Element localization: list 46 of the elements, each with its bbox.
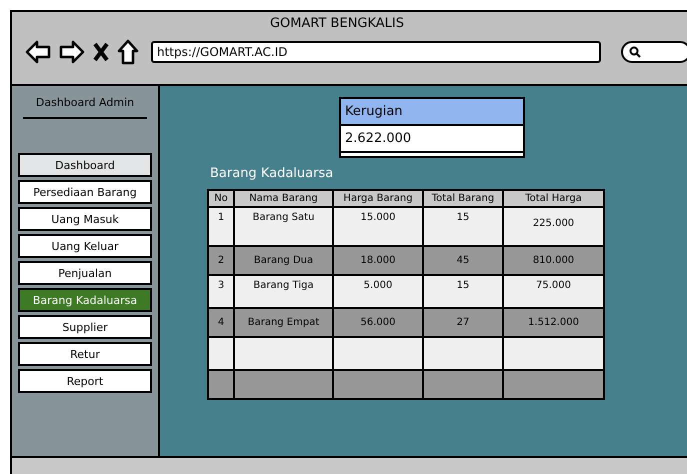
table-cell: 45 xyxy=(423,246,503,275)
column-header: Harga Barang xyxy=(333,190,423,207)
table-cell: 18.000 xyxy=(333,246,423,275)
home-icon[interactable] xyxy=(117,39,139,65)
sidebar-item[interactable]: Uang Masuk xyxy=(18,207,152,231)
table-cell: Barang Empat xyxy=(234,308,333,337)
sidebar-title: Dashboard Admin xyxy=(36,96,134,109)
column-header: Total Harga xyxy=(503,190,604,207)
table-cell: 15 xyxy=(423,207,503,246)
summary-label: Kerugian xyxy=(341,99,523,126)
sidebar-item[interactable]: Dashboard xyxy=(18,153,152,177)
address-field[interactable]: https://GOMART.AC.ID xyxy=(151,41,601,63)
table-cell: 15.000 xyxy=(333,207,423,246)
search-icon xyxy=(629,46,641,58)
table-cell: Barang Satu xyxy=(234,207,333,246)
sidebar-item[interactable]: Barang Kadaluarsa xyxy=(18,288,152,312)
table-cell: 2 xyxy=(208,246,234,275)
column-header: No xyxy=(208,190,234,207)
table-cell: 3 xyxy=(208,275,234,308)
sidebar-item[interactable]: Supplier xyxy=(18,315,152,339)
table-cell: 5.000 xyxy=(333,275,423,308)
table-cell: 56.000 xyxy=(333,308,423,337)
table-cell: 225.000 xyxy=(503,207,604,246)
sidebar-item[interactable]: Penjualan xyxy=(18,261,152,285)
search-field[interactable] xyxy=(621,41,687,63)
column-header: Nama Barang xyxy=(234,190,333,207)
table-cell: 810.000 xyxy=(503,246,604,275)
table-cell: 1 xyxy=(208,207,234,246)
column-header: Total Barang xyxy=(423,190,503,207)
table-cell: 27 xyxy=(423,308,503,337)
back-icon[interactable] xyxy=(25,40,51,64)
table-cell: 75.000 xyxy=(503,275,604,308)
summary-value: 2.622.000 xyxy=(341,126,523,153)
table-cell: Barang Tiga xyxy=(234,275,333,308)
forward-icon[interactable] xyxy=(59,40,85,64)
sidebar-item[interactable]: Uang Keluar xyxy=(18,234,152,258)
sidebar-item[interactable]: Retur xyxy=(18,342,152,366)
table-title: Barang Kadaluarsa xyxy=(210,166,334,181)
table-cell: 1.512.000 xyxy=(503,308,604,337)
window-title: GOMART BENGKALIS xyxy=(268,16,406,31)
table-cell: 15 xyxy=(423,275,503,308)
table-cell: 4 xyxy=(208,308,234,337)
close-icon[interactable] xyxy=(93,42,109,62)
table-cell: Barang Dua xyxy=(234,246,333,275)
sidebar-item[interactable]: Persediaan Barang xyxy=(18,180,152,204)
sidebar-item[interactable]: Report xyxy=(18,369,152,393)
